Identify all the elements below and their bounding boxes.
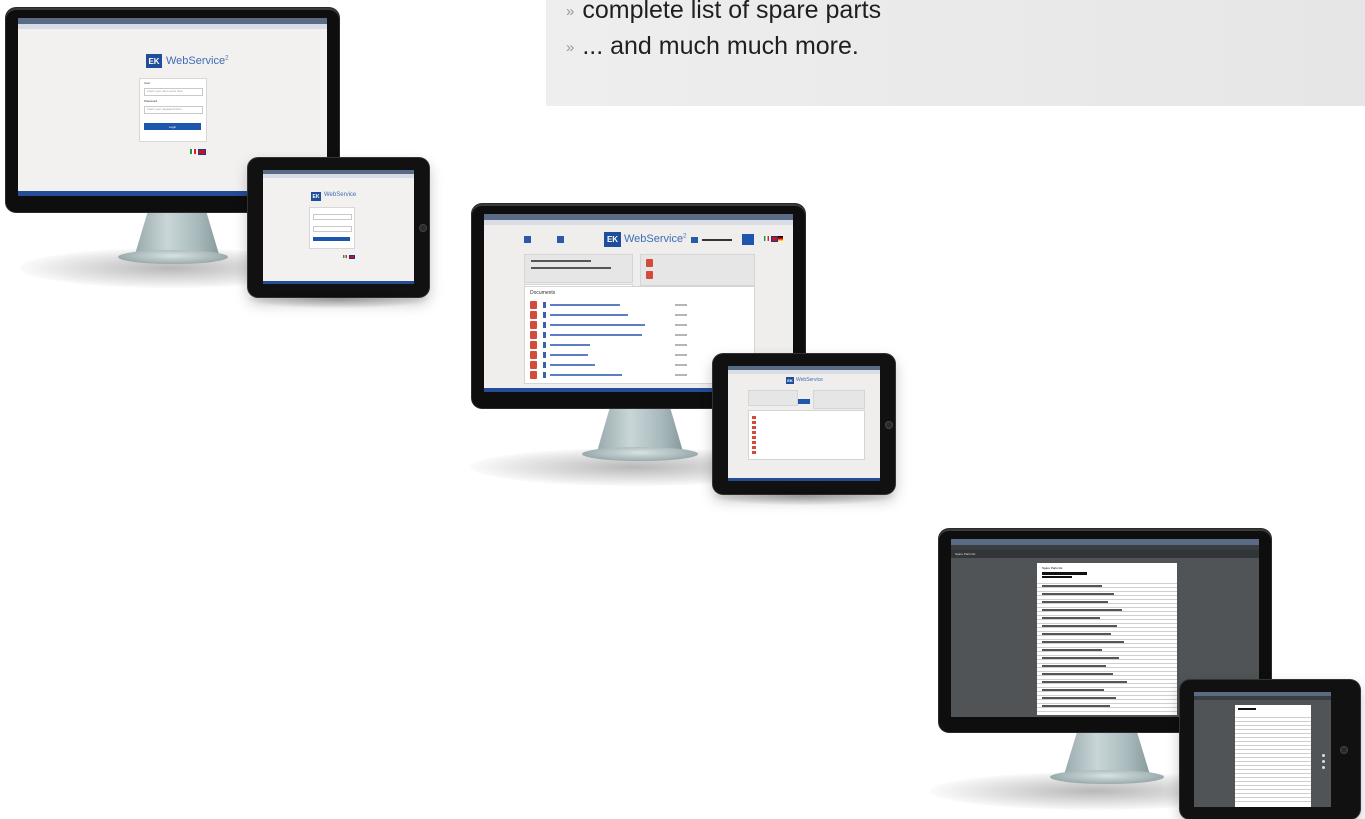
tablet-home-button[interactable]	[1340, 746, 1348, 754]
login-button[interactable]	[313, 237, 350, 241]
tablet-pdf-screen	[1194, 692, 1331, 807]
document-row[interactable]	[530, 371, 622, 379]
search-button[interactable]	[742, 234, 754, 245]
tablet-login-screen: EK WebService	[263, 170, 414, 284]
ek-logo: EK	[146, 54, 162, 68]
footer-bar	[728, 478, 880, 481]
flag-english-icon[interactable]	[198, 149, 206, 155]
password-label: Password	[144, 99, 158, 103]
tablet-home-button[interactable]	[419, 224, 427, 232]
document-row[interactable]	[530, 341, 590, 349]
flag-italian-icon[interactable]	[343, 255, 347, 258]
feature-item: »... and much much more.	[566, 32, 859, 60]
app-name: WebService	[796, 377, 823, 383]
user-icon[interactable]	[524, 236, 531, 243]
user-input[interactable]	[313, 214, 352, 220]
feature-list: » complete list of spare parts »... and m…	[566, 0, 881, 66]
pdf-page-heading: Spare Parts list	[1042, 566, 1063, 570]
document-row[interactable]	[530, 351, 588, 359]
browser-address-bar[interactable]	[728, 370, 880, 374]
documents-panel	[748, 410, 865, 460]
zoom-out-icon[interactable]	[1322, 760, 1325, 763]
tablet-documents-screen: EK WebService	[728, 366, 880, 481]
login-button[interactable]: Login	[144, 123, 201, 130]
product-icon	[691, 237, 698, 243]
product-details-card	[640, 254, 755, 286]
monitor-stand-base	[1050, 770, 1164, 784]
flag-italian-icon[interactable]	[190, 149, 196, 154]
flag-italian-icon[interactable]	[764, 236, 769, 241]
document-row[interactable]	[530, 311, 628, 319]
product-code	[702, 239, 732, 241]
document-row[interactable]	[530, 301, 620, 309]
flag-german-icon[interactable]	[778, 236, 783, 241]
monitor-stand-base	[118, 250, 228, 264]
pdf-title: Spare Parts list	[955, 552, 976, 556]
product-details-card	[813, 390, 865, 409]
password-input[interactable]	[313, 226, 352, 232]
document-row[interactable]	[530, 331, 642, 339]
pdf-page: Spare Parts list	[1037, 563, 1177, 715]
fit-page-icon[interactable]	[1322, 766, 1325, 769]
floor-shadow	[713, 487, 895, 505]
footer-bar	[263, 281, 414, 284]
app-name: WebService	[324, 192, 357, 198]
login-form: User Insert your user name here Password…	[139, 78, 207, 142]
ek-logo: EK	[604, 232, 621, 247]
feature-panel: » complete list of spare parts »... and m…	[546, 0, 1365, 106]
file-manager-button[interactable]	[798, 399, 810, 404]
browser-address-bar[interactable]	[1194, 696, 1331, 700]
product-info-card	[748, 390, 798, 406]
floor-shadow	[248, 290, 429, 308]
zoom-in-icon[interactable]	[1322, 754, 1325, 757]
tablet-home-button[interactable]	[885, 421, 893, 429]
pdf-page	[1235, 705, 1311, 807]
flag-english-icon[interactable]	[349, 255, 355, 259]
document-row[interactable]	[530, 361, 595, 369]
bullet-icon: »	[566, 39, 575, 56]
tablet-documents: EK WebService	[713, 354, 895, 494]
feature-item: » complete list of spare parts	[566, 0, 882, 24]
flag-english-icon[interactable]	[771, 236, 778, 242]
pdf-toolbar: Spare Parts list	[951, 550, 1259, 558]
document-row[interactable]	[530, 321, 645, 329]
password-input[interactable]: Insert your password here	[144, 106, 203, 114]
app-name: WebService2	[166, 55, 229, 67]
documents-title: Documents	[530, 290, 556, 296]
user-input[interactable]: Insert your user name here	[144, 88, 203, 96]
tablet-login: EK WebService	[248, 158, 429, 297]
product-info-card	[524, 254, 633, 283]
grid-menu-icon[interactable]	[557, 236, 564, 243]
pdf-icon	[646, 259, 653, 267]
bullet-icon: »	[566, 3, 575, 20]
user-label: User	[144, 81, 151, 85]
ek-logo: EK	[786, 377, 794, 384]
app-name: WebService2	[624, 233, 687, 245]
monitor-stand-base	[582, 447, 698, 461]
ek-logo: EK	[311, 192, 321, 201]
tablet-pdf	[1180, 680, 1360, 819]
login-form	[309, 207, 355, 249]
pdf-icon	[646, 271, 653, 279]
